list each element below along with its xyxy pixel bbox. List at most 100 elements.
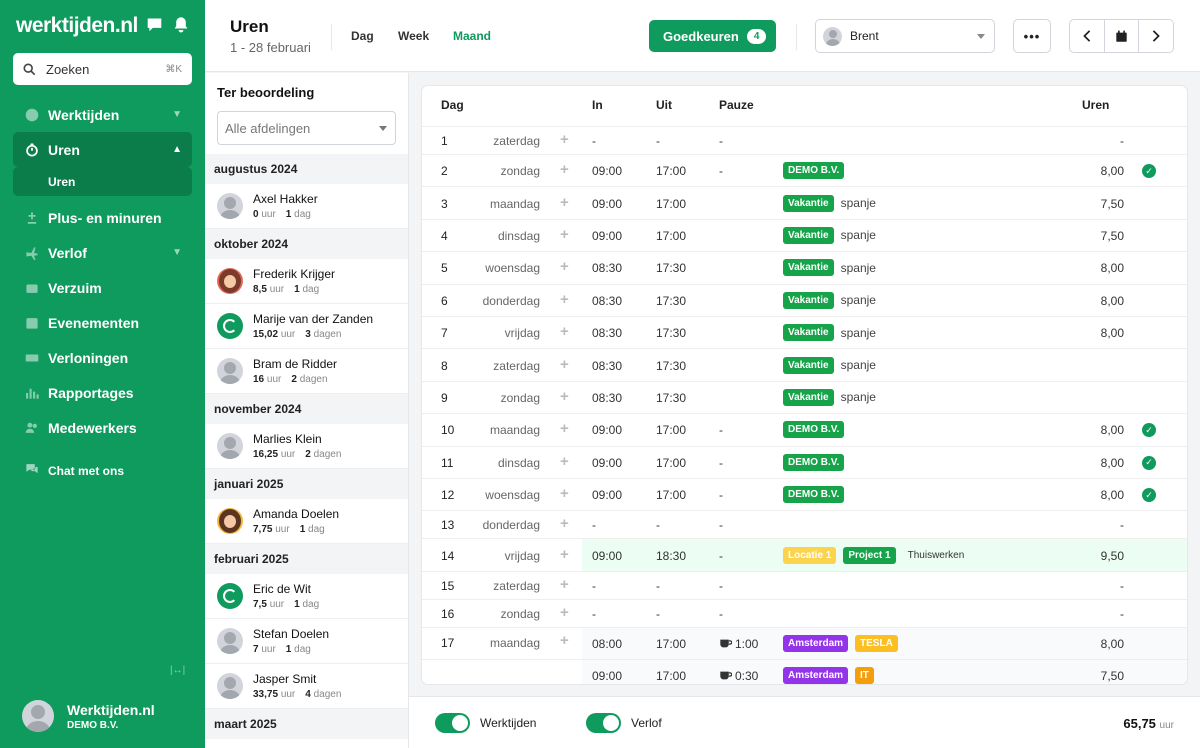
table-row[interactable]: 15 zaterdag + - - - - — [422, 570, 1187, 599]
pause: 0:30 — [719, 669, 758, 684]
werktijden-toggle[interactable] — [435, 713, 470, 733]
collapse-sidebar-icon[interactable]: |↔| — [170, 665, 185, 676]
app-logo[interactable]: werktijden.nl — [16, 14, 138, 38]
table-row[interactable]: 10 maandag + 09:00 17:00 - DEMO B.V. 8,0… — [422, 413, 1187, 445]
table-row[interactable]: 17 maandag + 08:00 17:00 1:00 Amsterdam T… — [422, 626, 1187, 660]
review-person[interactable]: Marije van der Zanden 15,02 uur 3 dagen — [205, 304, 408, 349]
person-days-count: 1 — [299, 524, 306, 535]
user-select[interactable]: Brent — [815, 19, 995, 53]
review-person[interactable]: Axel Hakker 0 uur 1 dag — [205, 184, 408, 229]
table-row[interactable]: 16 zondag + - - - - — [422, 598, 1187, 627]
chat-link[interactable]: Chat met ons — [25, 462, 124, 479]
tag: Vakantie — [783, 291, 834, 309]
add-entry-icon[interactable]: + — [560, 420, 569, 437]
tab-dag[interactable]: Dag — [351, 29, 374, 43]
sidebar-item-uren[interactable]: Uren ▲ — [13, 132, 192, 167]
table-row[interactable]: 12 woensdag + 09:00 17:00 - DEMO B.V. 8,… — [422, 478, 1187, 510]
add-entry-icon[interactable]: + — [560, 131, 569, 148]
sidebar-item-plus-minuren[interactable]: Plus- en minuren — [13, 200, 192, 235]
add-entry-icon[interactable]: + — [560, 356, 569, 373]
avatar — [217, 268, 243, 294]
table-row[interactable]: 8 zaterdag + 08:30 17:30 Vakantie spanje — [422, 348, 1187, 380]
table-row[interactable]: 4 dinsdag + 09:00 17:00 Vakantie spanje 7… — [422, 218, 1187, 251]
search-icon — [23, 62, 36, 75]
person-name: Marije van der Zanden — [253, 312, 374, 326]
tags: Vakantie spanje — [783, 324, 876, 342]
table-row[interactable]: 14 vrijdag + 09:00 18:30 - Locatie 1 Proj… — [422, 538, 1187, 571]
table-row[interactable]: 11 dinsdag + 09:00 17:00 - DEMO B.V. 8,0… — [422, 445, 1187, 478]
add-entry-icon[interactable]: + — [560, 546, 569, 563]
sidebar-item-werktijden[interactable]: Werktijden ▼ — [13, 97, 192, 132]
add-entry-icon[interactable]: + — [560, 226, 569, 243]
add-entry-icon[interactable]: + — [560, 323, 569, 340]
table-row[interactable]: 9 zondag + 08:30 17:30 Vakantie spanje — [422, 380, 1187, 413]
hours-unit: uur — [261, 209, 276, 220]
add-entry-icon[interactable]: + — [560, 161, 569, 178]
add-entry-icon[interactable]: + — [560, 258, 569, 275]
tags: DEMO B.V. — [783, 421, 845, 439]
more-button[interactable]: ••• — [1013, 19, 1051, 53]
person-name: Axel Hakker — [253, 192, 318, 206]
add-entry-icon[interactable]: + — [560, 453, 569, 470]
sidebar-subitem-uren[interactable]: Uren — [13, 167, 192, 196]
person-days-count: 1 — [294, 599, 300, 610]
tab-week[interactable]: Week — [398, 29, 429, 43]
sidebar-item-verlof[interactable]: Verlof ▼ — [13, 235, 192, 270]
prev-button[interactable] — [1070, 20, 1105, 52]
sidebar-item-medewerkers[interactable]: Medewerkers — [13, 410, 192, 445]
medical-icon — [25, 281, 39, 295]
table-row[interactable]: 1 zaterdag + - - - - — [422, 126, 1187, 154]
time-in: 08:30 — [592, 293, 623, 308]
add-entry-icon[interactable]: + — [560, 485, 569, 502]
table-row[interactable]: 09:00 17:00 0:30 Amsterdam IT 7,50 — [422, 659, 1187, 684]
calendar-icon — [25, 316, 39, 330]
pause: - — [719, 134, 723, 148]
avatar — [217, 628, 243, 654]
add-entry-icon[interactable]: + — [560, 291, 569, 308]
next-button[interactable] — [1139, 20, 1173, 52]
review-person[interactable]: Jasper Smit 33,75 uur 4 dagen — [205, 664, 408, 709]
table-row[interactable]: 5 woensdag + 08:30 17:30 Vakantie spanje … — [422, 251, 1187, 283]
col-header-uren: Uren — [1082, 98, 1110, 112]
add-entry-icon[interactable]: + — [560, 576, 569, 593]
table-row[interactable]: 6 donderdag + 08:30 17:30 Vakantie spanje… — [422, 283, 1187, 316]
user-select-value: Brent — [850, 29, 879, 43]
table-row[interactable]: 3 maandag + 09:00 17:00 Vakantie spanje 7… — [422, 186, 1187, 218]
add-entry-icon[interactable]: + — [560, 388, 569, 405]
tag-note: spanje — [840, 196, 876, 211]
review-person[interactable]: Amanda Doelen 7,75 uur 1 dag — [205, 499, 408, 544]
check-icon: ✓ — [1142, 455, 1156, 470]
department-select[interactable]: Alle afdelingen — [217, 111, 396, 145]
chat-icon[interactable] — [146, 16, 163, 36]
tag: Vakantie — [783, 356, 834, 374]
table-row[interactable]: 7 vrijdag + 08:30 17:30 Vakantie spanje 8… — [422, 316, 1187, 348]
calendar-button[interactable] — [1105, 20, 1140, 52]
sidebar-item-verloningen[interactable]: Verloningen — [13, 340, 192, 375]
hours-value: 7,50 — [1100, 669, 1124, 684]
sidebar-item-evenementen[interactable]: Evenementen — [13, 305, 192, 340]
sidebar-item-rapportages[interactable]: Rapportages — [13, 375, 192, 410]
add-entry-icon[interactable]: + — [560, 194, 569, 211]
pause-value: - — [719, 578, 723, 593]
tab-maand[interactable]: Maand — [453, 29, 491, 43]
review-person[interactable]: Stefan Doelen 7 uur 1 dag — [205, 619, 408, 664]
sidebar-item-verzuim[interactable]: Verzuim — [13, 270, 192, 305]
review-person[interactable]: Eric de Wit 7,5 uur 1 dag — [205, 574, 408, 619]
table-row[interactable]: 13 donderdag + - - - - — [422, 510, 1187, 538]
approve-button[interactable]: Goedkeuren 4 — [649, 20, 776, 52]
review-person[interactable]: Bram de Ridder 16 uur 2 dagen — [205, 349, 408, 394]
review-person[interactable]: Marlies Klein 16,25 uur 2 dagen — [205, 424, 408, 469]
hours-unit: uur — [269, 599, 285, 610]
time-out: 17:30 — [656, 326, 687, 341]
verlof-toggle[interactable] — [586, 713, 621, 733]
profile[interactable]: Werktijden.nl DEMO B.V. — [22, 700, 155, 732]
pause-value: - — [719, 455, 723, 470]
add-entry-icon[interactable]: + — [560, 604, 569, 621]
bell-icon[interactable] — [173, 16, 189, 36]
search-box[interactable]: Zoeken ⌘K — [13, 53, 192, 85]
table-row[interactable]: 2 zondag + 09:00 17:00 - DEMO B.V. 8,00 … — [422, 154, 1187, 186]
day-name: dinsdag — [497, 228, 540, 243]
add-entry-icon[interactable]: + — [560, 515, 569, 532]
add-entry-icon[interactable]: + — [560, 632, 569, 649]
review-person[interactable]: Frederik Krijger 8,5 uur 1 dag — [205, 259, 408, 304]
